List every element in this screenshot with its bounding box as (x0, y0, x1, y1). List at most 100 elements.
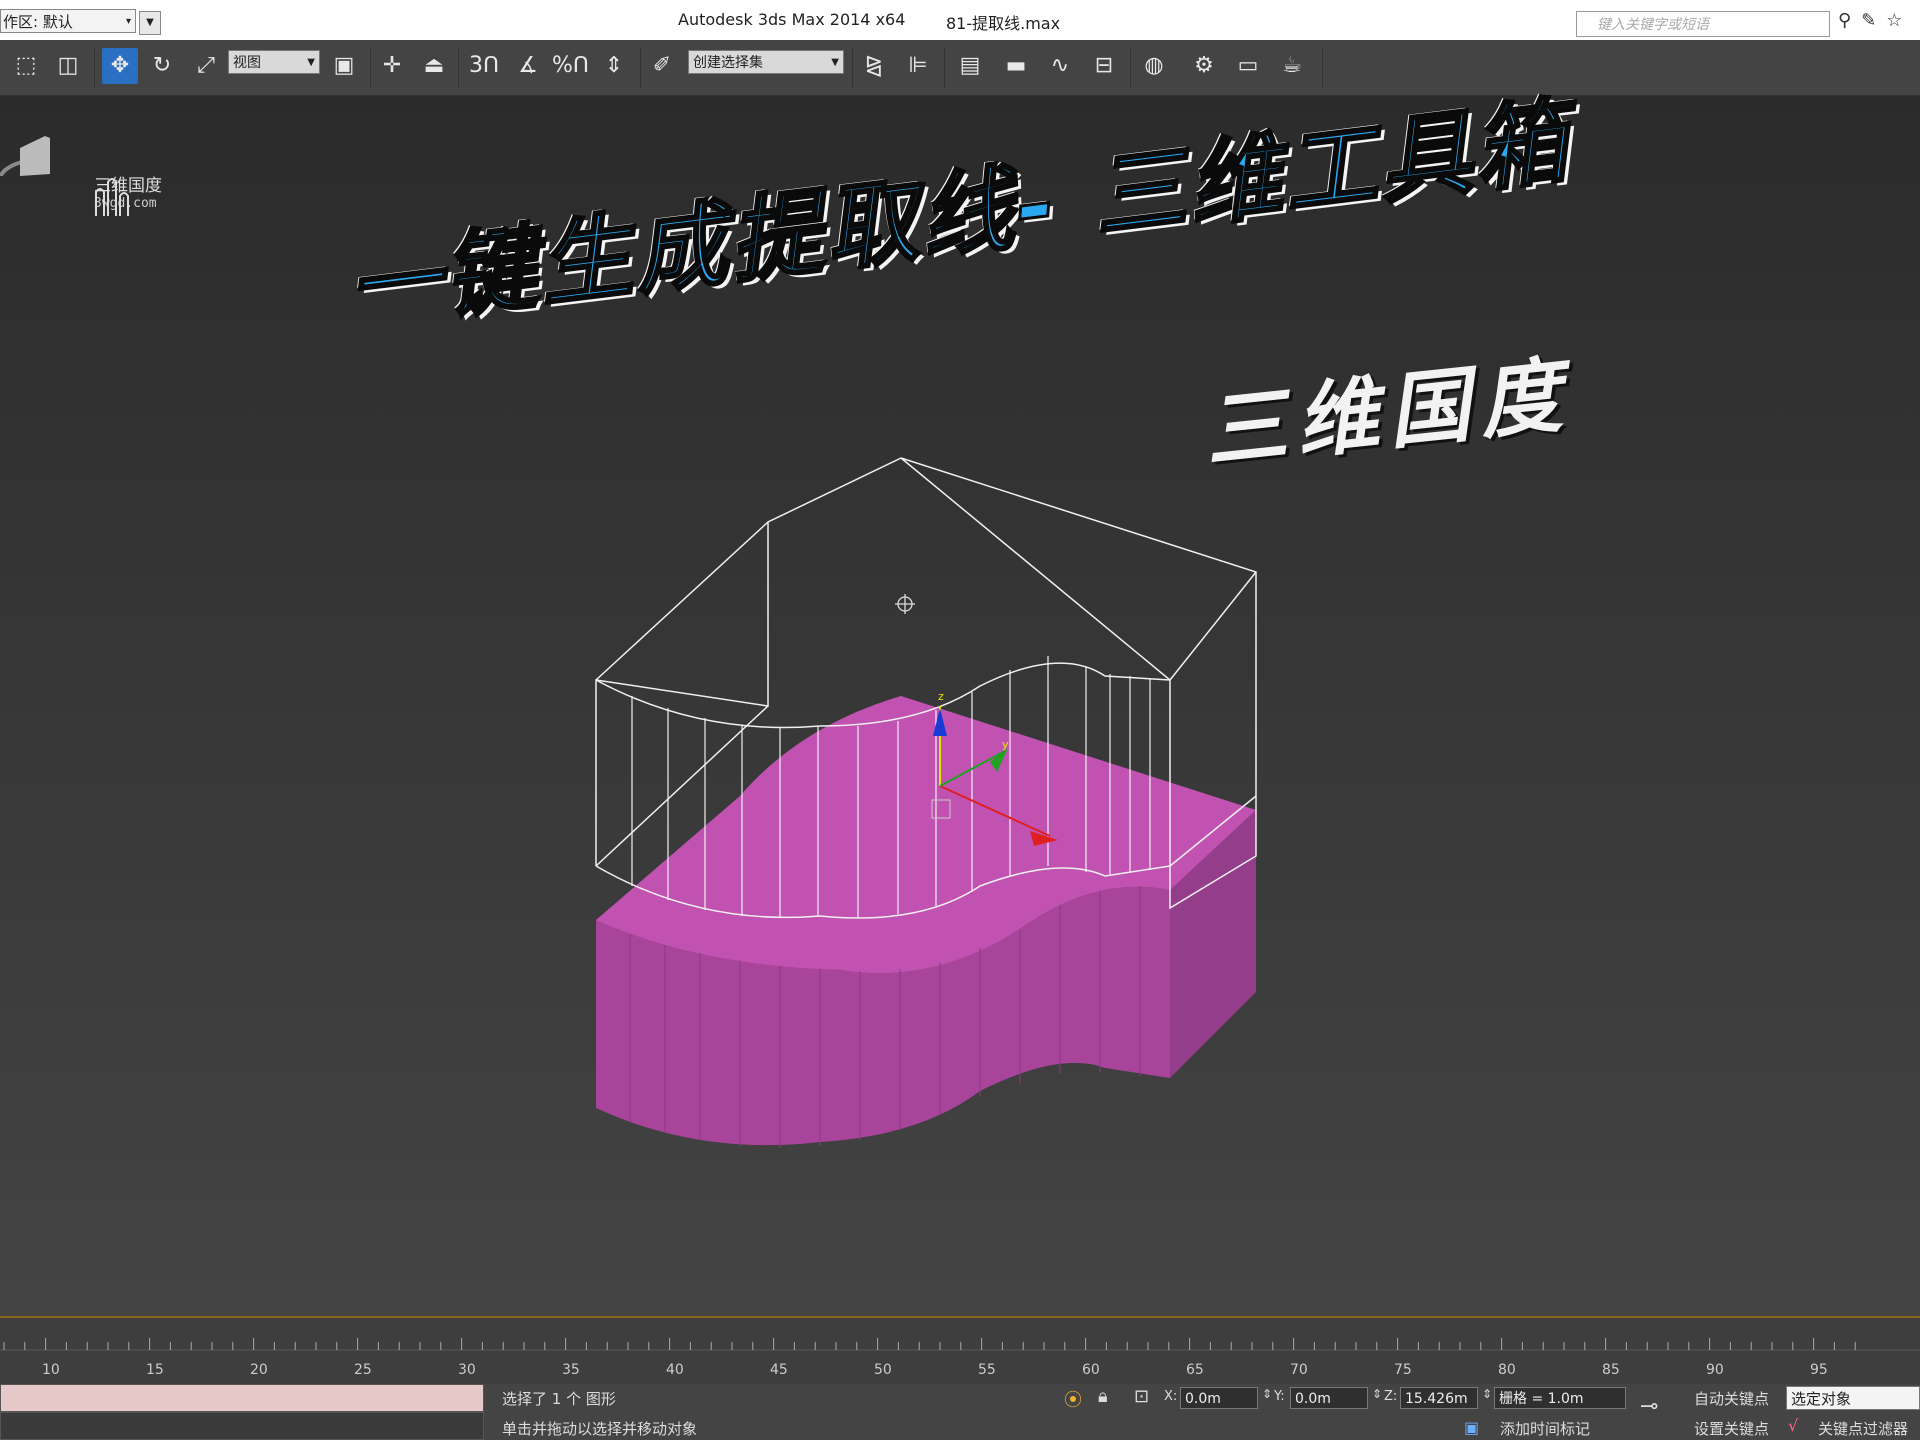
lock-icon[interactable]: 🔒︎ (1098, 1386, 1108, 1407)
status-bar: 选择了 1 个 图形 单击并拖动以选择并移动对象 ⦿ 🔒︎ ⊡ X: 0.0m … (0, 1384, 1920, 1440)
percent-snap-label: % (552, 53, 573, 78)
x-spinner-icon[interactable]: ⇕ (1262, 1387, 1272, 1401)
star-icon[interactable]: ☆ (1886, 10, 1902, 31)
infocenter-icons: ⚲ ✎ ☆ (1838, 10, 1902, 31)
toolbar-divider (458, 48, 459, 88)
add-time-tag-button[interactable]: 添加时间标记 (1500, 1418, 1590, 1439)
perspective-viewport[interactable]: z y 三维国度 3wgd.com 一键生成提取线- 三维工具箱 三维国度 (0, 85, 1920, 1316)
key-icon[interactable]: ⊸ (1640, 1394, 1658, 1419)
select-region-icon[interactable]: ⬚ (8, 48, 44, 84)
timeline-tick-label: 65 (1186, 1362, 1204, 1378)
timeline-tick-label: 75 (1394, 1362, 1412, 1378)
prompt-line: 单击并拖动以选择并移动对象 (502, 1420, 698, 1438)
key-filter-selection-dropdown[interactable]: 选定对象 (1786, 1386, 1920, 1410)
file-title: 81-提取线.max (946, 14, 1061, 33)
chevron-down-icon: ▼ (307, 57, 315, 68)
manipulate-icon[interactable]: ✛ (374, 48, 410, 84)
window-crossing-icon[interactable]: ◫ (50, 48, 86, 84)
snap-3-label: 3 (468, 53, 483, 78)
timeline-tick-label: 45 (770, 1362, 788, 1378)
schematic-view-icon[interactable]: ⊟ (1086, 48, 1122, 84)
timeline-tick-label: 15 (146, 1362, 164, 1378)
pivot-center-icon[interactable]: ▣ (326, 48, 362, 84)
x-label: X: (1164, 1389, 1178, 1404)
timeline-tick-label: 40 (666, 1362, 684, 1378)
z-spinner-icon[interactable]: ⇕ (1482, 1387, 1492, 1401)
magenta-solid-object[interactable] (596, 696, 1256, 1148)
angle-snap-icon[interactable]: ∡ (510, 48, 546, 84)
maxscript-listener-input[interactable] (0, 1384, 484, 1412)
curve-editor-icon[interactable]: ∿ (1042, 48, 1078, 84)
app-title: Autodesk 3ds Max 2014 x64 (678, 10, 906, 29)
toolbar-divider (94, 48, 95, 88)
select-rotate-icon[interactable]: ↻ (144, 48, 180, 84)
chevron-down-icon: ▼ (831, 57, 839, 68)
material-editor-icon[interactable]: ◍ (1136, 48, 1172, 84)
workspace-label: 作区: 默认 (3, 13, 73, 31)
timeline-tick-label: 50 (874, 1362, 892, 1378)
curve-icon: √ (1788, 1416, 1799, 1435)
keyboard-shortcut-override-icon[interactable]: ⏏ (416, 48, 452, 84)
timeline-tick-label: 90 (1706, 1362, 1724, 1378)
reference-coordinate-dropdown[interactable]: 视图 ▼ (228, 50, 320, 74)
quick-access-menu-button[interactable]: ▼ (139, 11, 161, 35)
absolute-mode-icon[interactable]: ⊡ (1134, 1386, 1149, 1407)
y-coordinate-field[interactable]: 0.0m (1290, 1387, 1368, 1409)
workspace-dropdown[interactable]: 作区: 默认 ▾ (0, 9, 136, 33)
snap-toggle-icon[interactable]: 3ᑎ (466, 48, 502, 84)
spinner-snap-icon[interactable]: ⇕ (596, 48, 632, 84)
z-coordinate-field[interactable]: 15.426m (1400, 1387, 1478, 1409)
toolbar-divider (1130, 48, 1131, 88)
timeline-tick-label: 95 (1810, 1362, 1828, 1378)
toolbar-divider (852, 48, 853, 88)
auto-key-button[interactable]: 自动关键点 (1694, 1388, 1769, 1409)
render-setup-icon[interactable]: ⚙ (1186, 48, 1222, 84)
layer-manager-icon[interactable]: ▤ (952, 48, 988, 84)
edit-named-selection-icon[interactable]: ✐ (644, 48, 680, 84)
binoculars-icon[interactable]: ⚲ (1838, 10, 1851, 31)
time-tag-icon[interactable]: ▣ (1464, 1418, 1479, 1437)
toolbar-divider (370, 48, 371, 88)
main-toolbar: ⬚ ◫ ✥ ↻ ⤢ 视图 ▼ ▣ ✛ ⏏ 3ᑎ ∡ %ᑎ ⇕ ✐ 创建选择集 ▼… (0, 40, 1920, 96)
selection-set-label: 创建选择集 (693, 55, 763, 71)
timeline-tick-label: 25 (354, 1362, 372, 1378)
render-production-icon[interactable]: ☕ (1274, 48, 1310, 84)
maxscript-listener-output[interactable] (0, 1412, 484, 1440)
timeline-track[interactable]: 10 15 20 25 30 35 40 45 50 55 60 65 70 75 80 85 90 95 (0, 1316, 1920, 1386)
z-label: Z: (1384, 1389, 1398, 1404)
timeline-tick-label: 55 (978, 1362, 996, 1378)
select-scale-icon[interactable]: ⤢ (188, 48, 224, 84)
mirror-icon[interactable]: ⧎ (856, 48, 892, 84)
view-dropdown-label: 视图 (233, 55, 261, 71)
y-label: Y: (1274, 1389, 1285, 1404)
timeline-ticks (0, 1338, 1920, 1351)
grid-size-display: 栅格 = 1.0m (1494, 1387, 1626, 1409)
toolbar-divider (944, 48, 945, 88)
logo-bars-icon (95, 178, 129, 216)
named-selection-set-dropdown[interactable]: 创建选择集 ▼ (688, 50, 844, 74)
select-move-icon[interactable]: ✥ (102, 48, 138, 84)
timeline-tick-label: 70 (1290, 1362, 1308, 1378)
set-key-button[interactable]: 设置关键点 (1694, 1418, 1769, 1439)
search-input[interactable]: 键入关键字或短语 (1576, 11, 1830, 37)
key-filters-button[interactable]: 关键点过滤器 (1818, 1418, 1908, 1439)
viewcube-icon[interactable] (0, 96, 50, 176)
percent-snap-icon[interactable]: %ᑎ (552, 48, 589, 84)
isolate-selection-icon[interactable]: ⦿ (1064, 1386, 1082, 1412)
graphite-ribbon-icon[interactable]: ▬ (998, 48, 1034, 84)
scene-canvas: z y (595, 457, 1257, 1148)
rendered-frame-window-icon[interactable]: ▭ (1230, 48, 1266, 84)
timeline-tick-label: 10 (42, 1362, 60, 1378)
toolbar-divider (640, 48, 641, 88)
gizmo-axis-y: y (1002, 738, 1009, 751)
timeline-tick-label: 30 (458, 1362, 476, 1378)
align-icon[interactable]: ⊫ (900, 48, 936, 84)
watermark-logo: 三维国度 3wgd.com (94, 176, 162, 216)
x-coordinate-field[interactable]: 0.0m (1180, 1387, 1258, 1409)
timeline-tick-label: 20 (250, 1362, 268, 1378)
timeline-tick-label: 35 (562, 1362, 580, 1378)
toolbar-divider (1322, 48, 1323, 88)
timeline-tick-label: 80 (1498, 1362, 1516, 1378)
wrench-icon[interactable]: ✎ (1861, 10, 1876, 31)
y-spinner-icon[interactable]: ⇕ (1372, 1387, 1382, 1401)
